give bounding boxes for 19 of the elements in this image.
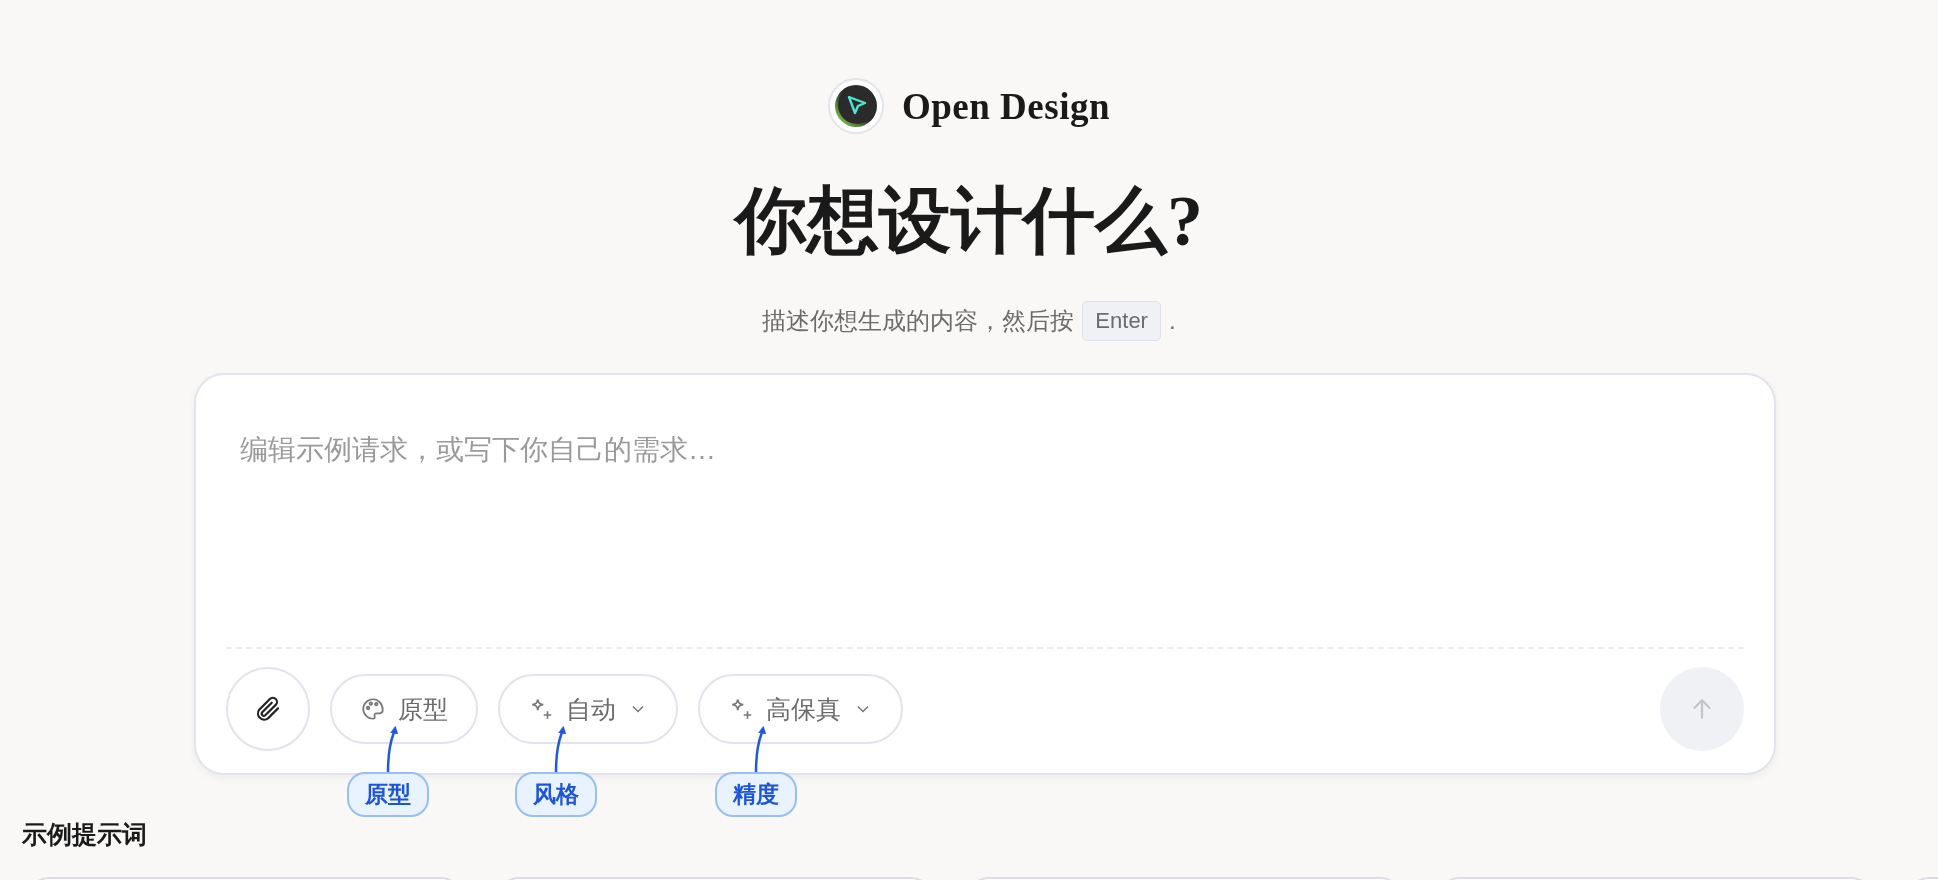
annotation-arrow [386,725,398,773]
annotation-arrow [554,725,566,773]
dropdown-button[interactable]: 高保真 [698,674,903,745]
logo-icon [828,78,884,134]
annotation-label: 原型 [347,772,429,817]
subtitle-end: . [1168,307,1176,336]
annotation-label: 精度 [715,772,797,817]
subtitle-text: 描述你想生成的内容，然后按 [762,306,1075,337]
prompt-box[interactable]: 编辑示例请求，或写下你自己的需求… 原型 自动 高保真 [194,373,1776,776]
section-title: 示例提示词 [22,819,147,850]
dropdown-button[interactable]: 自动 [498,674,678,745]
palette-icon [360,696,386,723]
prompt-field[interactable]: 编辑示例请求，或写下你自己的需求… [226,375,1744,640]
annotation-label: 风格 [515,772,597,817]
annotation-arrow [754,725,766,773]
mode-button[interactable]: 原型 [330,674,478,745]
key-hint: Enter [1082,301,1161,342]
page-heading: 你想设计什么? [735,182,1203,262]
brand-name: Open Design [902,84,1110,128]
